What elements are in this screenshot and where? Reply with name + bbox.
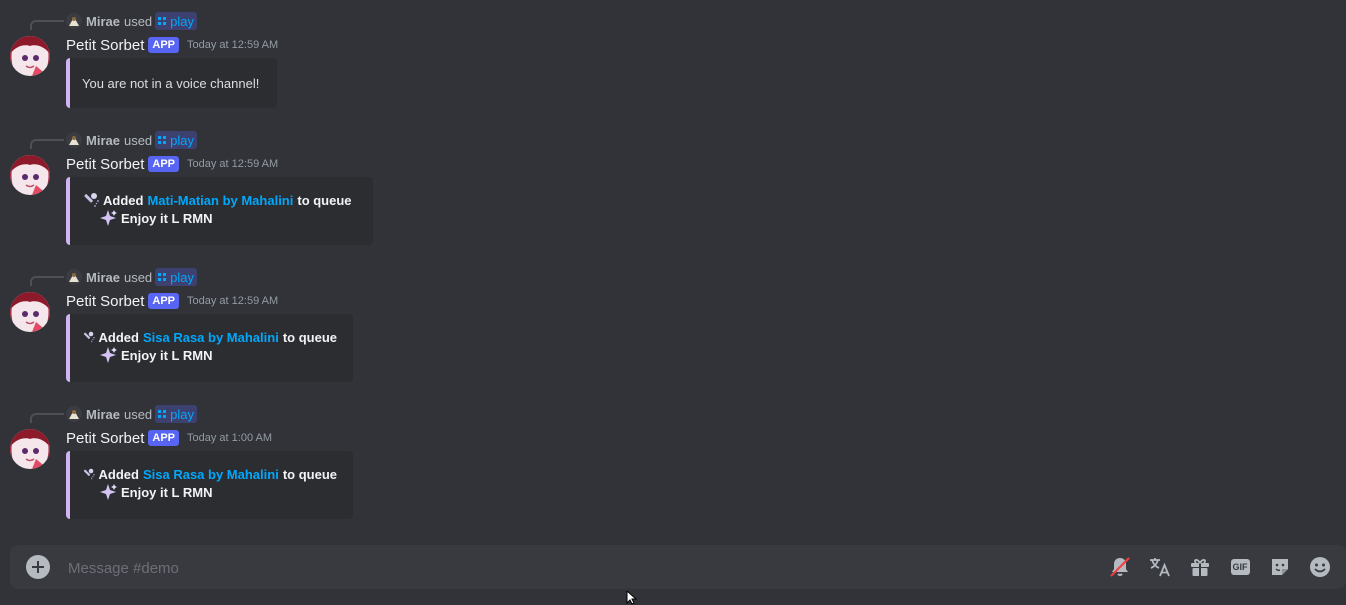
bot-message: Mirae used play Petit Sorbet APP Today a… (0, 256, 1346, 382)
message-header: Petit Sorbet APP Today at 12:59 AM (66, 153, 278, 175)
message-header: Petit Sorbet APP Today at 12:59 AM (66, 290, 278, 312)
reply-used-text: used (123, 132, 153, 148)
app-badge: APP (148, 37, 180, 53)
slash-command-icon (158, 136, 167, 144)
reply-used-text: used (123, 13, 153, 29)
microphone-emoji-icon (83, 468, 95, 480)
timestamp[interactable]: Today at 12:59 AM (187, 39, 278, 51)
reply-used-text: used (123, 406, 153, 422)
reply-username[interactable]: Mirae (86, 133, 120, 148)
reply-username[interactable]: Mirae (86, 407, 120, 422)
reply-context[interactable]: Mirae used play (66, 268, 198, 286)
added-label: Added (98, 329, 139, 345)
reply-connector (30, 20, 64, 30)
command-mention[interactable]: play (155, 12, 198, 30)
reply-used-text: used (123, 269, 153, 285)
message-header: Petit Sorbet APP Today at 1:00 AM (66, 427, 272, 449)
to-queue-text: to queue (282, 329, 337, 345)
command-mention[interactable]: play (155, 268, 198, 286)
emoji-icon[interactable] (1308, 555, 1332, 579)
embed-footer-text: Enjoy it L RMN (121, 347, 213, 363)
embed-footer-text: Enjoy it L RMN (121, 484, 213, 500)
mute-bell-icon[interactable] (1108, 555, 1132, 579)
timestamp[interactable]: Today at 12:59 AM (187, 158, 278, 170)
mini-avatar-icon (66, 269, 82, 285)
command-mention[interactable]: play (155, 131, 198, 149)
bot-username[interactable]: Petit Sorbet (66, 430, 144, 447)
reply-username[interactable]: Mirae (86, 14, 120, 29)
bot-avatar[interactable] (10, 155, 50, 195)
embed-line-added: Added Sisa Rasa by Mahalini to queue (82, 328, 337, 346)
sparkles-emoji-icon (100, 347, 117, 363)
to-queue-text: to queue (297, 192, 352, 208)
command-name: play (170, 406, 195, 422)
command-name: play (170, 132, 195, 148)
microphone-emoji-icon (83, 331, 95, 343)
reply-context[interactable]: Mirae used play (66, 405, 198, 423)
embed-footer-line: Enjoy it L RMN (82, 209, 357, 227)
message-input[interactable] (66, 545, 1090, 591)
bot-username[interactable]: Petit Sorbet (66, 293, 144, 310)
translate-icon[interactable] (1148, 555, 1172, 579)
embed: Added Sisa Rasa by Mahalini to queue Enj… (66, 314, 353, 382)
added-label: Added (103, 192, 144, 208)
timestamp[interactable]: Today at 1:00 AM (187, 432, 272, 444)
gif-icon[interactable]: GIF (1228, 555, 1252, 579)
mini-avatar-icon (66, 406, 82, 422)
embed-text: You are not in a voice channel! (82, 75, 260, 91)
microphone-emoji-icon (84, 193, 99, 207)
mini-avatar-icon (66, 13, 82, 29)
message-composer: GIF (10, 545, 1346, 591)
gift-icon[interactable] (1188, 555, 1212, 579)
bot-avatar[interactable] (10, 429, 50, 469)
attach-plus-icon[interactable] (26, 555, 50, 579)
slash-command-icon (158, 17, 167, 25)
sparkles-emoji-icon (100, 484, 117, 500)
command-name: play (170, 13, 195, 29)
message-list: Mirae used play Petit Sorbet APP Today a… (0, 0, 1346, 540)
timestamp[interactable]: Today at 12:59 AM (187, 295, 278, 307)
app-badge: APP (148, 293, 180, 309)
mini-avatar-icon (66, 132, 82, 148)
reply-connector (30, 413, 64, 423)
app-badge: APP (148, 430, 180, 446)
added-label: Added (98, 466, 139, 482)
song-link[interactable]: Sisa Rasa by Mahalini (143, 330, 279, 345)
bot-message: Mirae used play Petit Sorbet APP Today a… (0, 0, 1346, 120)
reply-context[interactable]: Mirae used play (66, 12, 198, 30)
slash-command-icon (158, 273, 167, 281)
command-name: play (170, 269, 195, 285)
reply-connector (30, 276, 64, 286)
embed-footer-text: Enjoy it L RMN (121, 210, 213, 226)
bot-avatar[interactable] (10, 36, 50, 76)
embed-footer-line: Enjoy it L RMN (82, 346, 337, 364)
sticker-icon[interactable] (1268, 555, 1292, 579)
app-badge: APP (148, 156, 180, 172)
song-link[interactable]: Sisa Rasa by Mahalini (143, 467, 279, 482)
reply-connector (30, 139, 64, 149)
bot-message: Mirae used play Petit Sorbet APP Today a… (0, 393, 1346, 519)
embed: You are not in a voice channel! (66, 58, 277, 108)
embed-line-added: Added Mati-Matian by Mahalini to queue (82, 191, 357, 209)
embed: Added Mati-Matian by Mahalini to queue E… (66, 177, 373, 245)
embed: Added Sisa Rasa by Mahalini to queue Enj… (66, 451, 353, 519)
bot-username[interactable]: Petit Sorbet (66, 37, 144, 54)
embed-footer-line: Enjoy it L RMN (82, 483, 337, 501)
bot-message: Mirae used play Petit Sorbet APP Today a… (0, 119, 1346, 245)
reply-context[interactable]: Mirae used play (66, 131, 198, 149)
bot-avatar[interactable] (10, 292, 50, 332)
message-header: Petit Sorbet APP Today at 12:59 AM (66, 34, 278, 56)
command-mention[interactable]: play (155, 405, 198, 423)
bot-username[interactable]: Petit Sorbet (66, 156, 144, 173)
embed-line-added: Added Sisa Rasa by Mahalini to queue (82, 465, 337, 483)
gif-label: GIF (1230, 559, 1250, 575)
sparkles-emoji-icon (100, 210, 117, 226)
slash-command-icon (158, 410, 167, 418)
to-queue-text: to queue (282, 466, 337, 482)
song-link[interactable]: Mati-Matian by Mahalini (147, 193, 293, 208)
reply-username[interactable]: Mirae (86, 270, 120, 285)
